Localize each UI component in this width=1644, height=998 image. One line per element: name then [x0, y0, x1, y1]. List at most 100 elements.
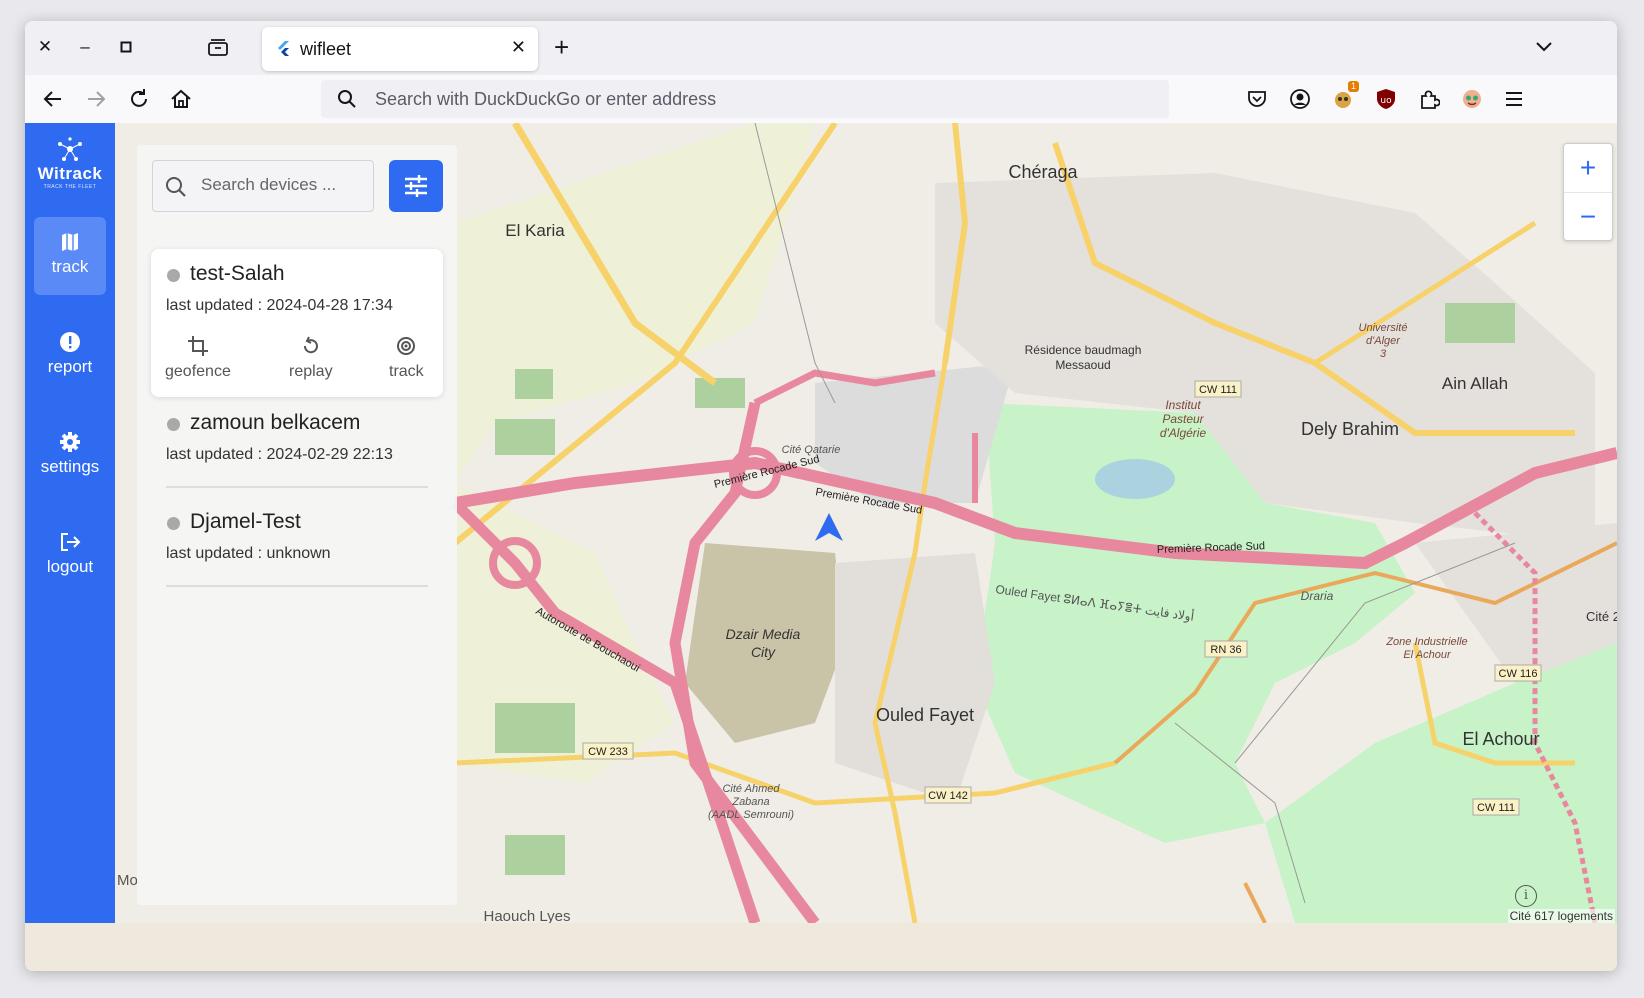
account-icon[interactable] [1288, 87, 1312, 111]
tab-wifleet[interactable]: wifleet ✕ [262, 27, 538, 71]
sidebar-item-label: logout [46, 557, 94, 576]
extensions-puzzle-icon[interactable] [1417, 87, 1441, 111]
place-label: Draria [1301, 589, 1334, 603]
road-shield: CW 111 [1477, 802, 1515, 814]
status-dot [167, 517, 180, 530]
svg-text:uo: uo [1380, 96, 1392, 106]
road-shield: CW 116 [1499, 668, 1538, 680]
forward-arrow-icon[interactable] [84, 87, 108, 111]
map-icon [62, 233, 78, 251]
place-label: City [751, 644, 776, 660]
map-attribution: Cité 617 logements [1507, 909, 1615, 923]
gear-icon [60, 432, 80, 452]
road-shield: CW 142 [928, 790, 968, 802]
place-label: Cité Ahmed [722, 783, 780, 795]
minimize-window-icon[interactable]: – [73, 35, 97, 59]
device-actions: geofence replay track [151, 335, 443, 389]
brand-tagline: TRACK THE FLEET [43, 184, 97, 190]
filter-button[interactable] [389, 160, 443, 212]
close-tab-icon[interactable]: ✕ [511, 37, 526, 58]
radar-icon [397, 337, 416, 355]
place-label: Résidence baudmagh [1025, 343, 1142, 357]
tab-strip: ✕ – wifleet ✕ + [25, 21, 1617, 75]
track-button[interactable]: track [389, 335, 424, 381]
zoom-control: + − [1563, 143, 1613, 241]
place-label: Dzair Media [726, 626, 801, 642]
device-name: Djamel-Test [190, 510, 301, 533]
place-label: Institut [1165, 398, 1201, 412]
app-content: Chéraga El Karia Résidence baudmagh Mess… [25, 123, 1617, 971]
new-tab-icon[interactable]: + [554, 33, 569, 61]
home-icon[interactable] [169, 87, 193, 111]
zoom-in-button[interactable]: + [1564, 144, 1612, 193]
device-name: test-Salah [190, 262, 285, 285]
sidebar-item-settings[interactable]: settings [34, 417, 106, 495]
maximize-window-icon[interactable] [114, 35, 138, 59]
device-last-updated: last updated : 2024-04-28 17:34 [166, 297, 393, 314]
search-icon [166, 177, 186, 197]
ublock-shield-icon[interactable]: uo [1374, 87, 1398, 111]
sidebar-item-track[interactable]: track [34, 217, 106, 295]
sidebar-item-label: report [47, 357, 93, 376]
hamburger-menu-icon[interactable] [1502, 87, 1526, 111]
logout-icon [61, 533, 81, 551]
flutter-favicon-icon [278, 41, 289, 56]
info-icon[interactable]: i [1515, 885, 1537, 907]
place-label: Ain Allah [1442, 374, 1508, 393]
close-window-icon[interactable]: ✕ [33, 35, 57, 59]
action-label: replay [289, 363, 333, 380]
device-list-item[interactable]: zamoun belkacem last updated : 2024-02-2… [151, 398, 443, 494]
alert-icon [60, 332, 80, 352]
device-last-updated: last updated : unknown [166, 545, 331, 562]
sidebar-item-label: track [51, 257, 89, 276]
divider [166, 585, 428, 587]
tab-title: wifleet [300, 39, 352, 59]
road-shield: CW 233 [588, 746, 628, 758]
browser-window: ✕ – wifleet ✕ + Search with DuckDuckGo o… [25, 21, 1617, 971]
brand-logo: Witrack TRACK THE FLEET [33, 137, 107, 190]
chevron-down-icon[interactable] [1533, 35, 1555, 57]
search-input[interactable] [199, 174, 363, 196]
tune-icon [405, 175, 427, 197]
place-label: Chéraga [1008, 162, 1078, 182]
status-dot [167, 269, 180, 282]
profile-avatar-icon[interactable] [1460, 87, 1484, 111]
place-label: Ouled Fayet [876, 705, 974, 725]
place-label: d'Alger [1366, 335, 1401, 347]
place-label: Messaoud [1055, 358, 1110, 372]
place-label: (AADL Semrouni) [708, 809, 794, 821]
device-search [152, 160, 374, 212]
place-label: Zone Industrielle [1385, 636, 1467, 648]
action-label: geofence [165, 363, 231, 380]
place-label: Haouch Lyes [484, 908, 571, 923]
device-list-item[interactable]: Djamel-Test last updated : unknown [151, 497, 443, 593]
zoom-out-button[interactable]: − [1564, 193, 1612, 241]
place-label: El Achour [1403, 649, 1452, 661]
extension-icon[interactable]: 1 [1331, 81, 1359, 111]
place-label: 3 [1380, 348, 1387, 360]
address-bar[interactable]: Search with DuckDuckGo or enter address [321, 80, 1169, 118]
pocket-icon[interactable] [1245, 87, 1269, 111]
place-label: Pasteur [1162, 412, 1204, 426]
crop-icon [187, 336, 208, 356]
tab-overview-icon[interactable] [206, 35, 230, 59]
place-label: Mo [117, 872, 138, 889]
device-card[interactable]: test-Salah last updated : 2024-04-28 17:… [151, 249, 443, 397]
place-label: El Karia [505, 221, 565, 240]
address-placeholder: Search with DuckDuckGo or enter address [375, 89, 717, 109]
back-arrow-icon[interactable] [41, 87, 65, 111]
replay-icon [303, 336, 318, 354]
devices-panel: test-Salah last updated : 2024-04-28 17:… [137, 145, 457, 905]
sidebar: Witrack TRACK THE FLEET track report set… [25, 123, 115, 923]
place-label: Dely Brahim [1301, 419, 1399, 439]
sidebar-item-logout[interactable]: logout [34, 517, 106, 595]
replay-button[interactable]: replay [289, 335, 333, 381]
search-icon [338, 90, 356, 108]
place-label: Cité 2 [1586, 609, 1617, 624]
place-label: d'Algérie [1160, 426, 1207, 440]
reload-icon[interactable] [127, 87, 151, 111]
sidebar-item-report[interactable]: report [34, 317, 106, 395]
navigation-bar: Search with DuckDuckGo or enter address … [25, 75, 1617, 124]
geofence-button[interactable]: geofence [165, 335, 231, 381]
road-shield: CW 111 [1199, 384, 1237, 396]
